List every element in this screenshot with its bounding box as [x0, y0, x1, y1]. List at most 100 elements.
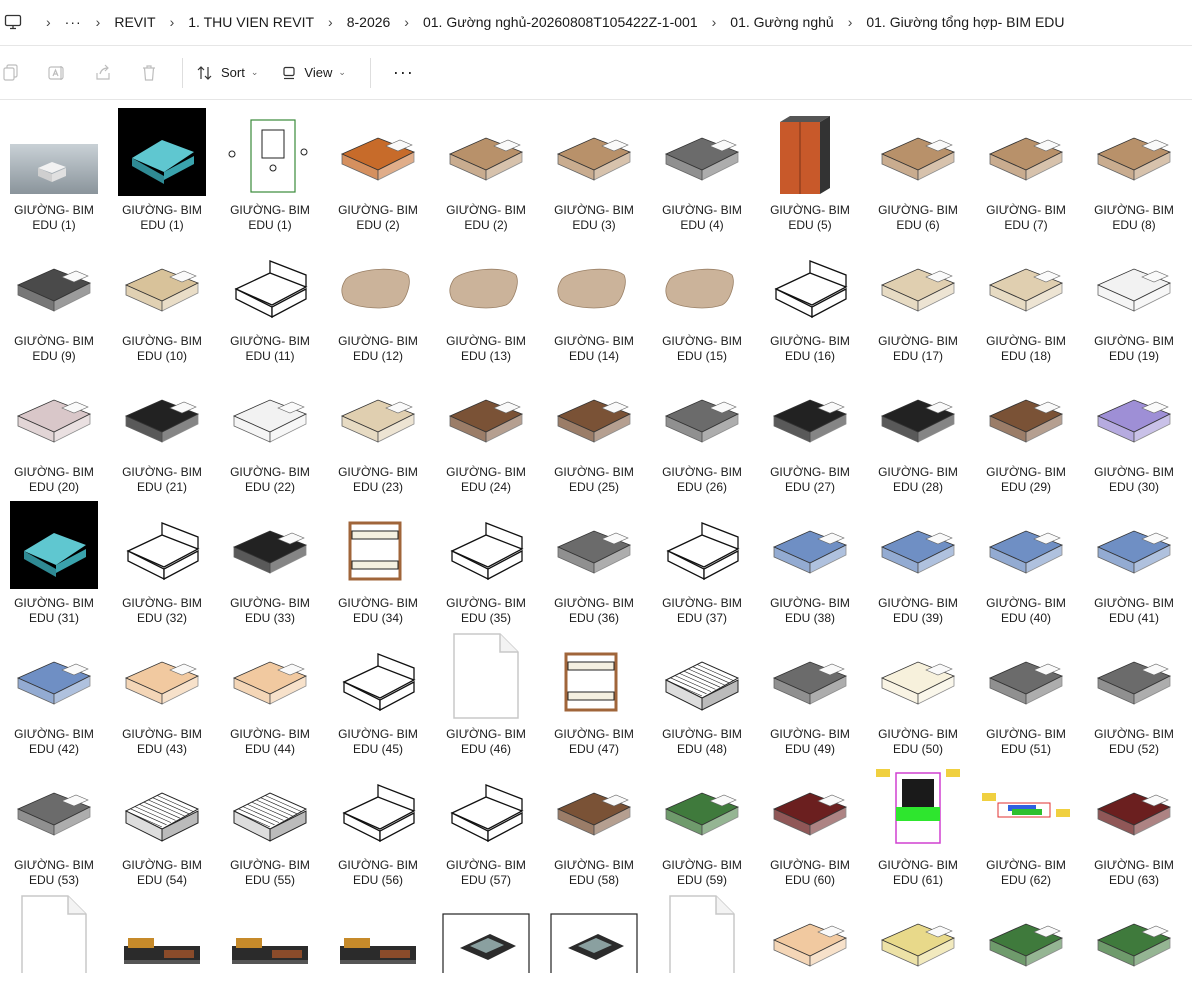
- file-item[interactable]: GIƯỜNG- BIM EDU (4): [648, 101, 756, 232]
- file-item[interactable]: GIƯỜNG- BIM EDU (19): [1080, 232, 1188, 363]
- file-name-line2: EDU (20): [28, 480, 79, 494]
- file-item[interactable]: GIƯỜNG- BIM EDU (1): [0, 101, 108, 232]
- file-name-line1: GIƯỜNG- BIM: [770, 465, 850, 479]
- more-options-button[interactable]: ···: [393, 62, 414, 83]
- file-item[interactable]: [756, 887, 864, 973]
- file-item[interactable]: GIƯỜNG- BIM EDU (2): [324, 101, 432, 232]
- breadcrumb-item-guong-nghu[interactable]: 01. Gường nghủ: [730, 14, 833, 30]
- file-item[interactable]: GIƯỜNG- BIM EDU (10): [108, 232, 216, 363]
- this-pc-icon[interactable]: [4, 14, 22, 30]
- file-item[interactable]: GIƯỜNG- BIM EDU (63): [1080, 756, 1188, 887]
- breadcrumb-item-thu-vien[interactable]: 1. THU VIEN REVIT: [188, 14, 314, 30]
- file-item[interactable]: GIƯỜNG- BIM EDU (60): [756, 756, 864, 887]
- file-item[interactable]: GIƯỜNG- BIM EDU (39): [864, 494, 972, 625]
- file-item[interactable]: [972, 887, 1080, 973]
- file-item[interactable]: GIƯỜNG- BIM EDU (25): [540, 363, 648, 494]
- file-item[interactable]: GIƯỜNG- BIM EDU (51): [972, 625, 1080, 756]
- view-button[interactable]: View ⌄: [282, 65, 346, 80]
- file-item[interactable]: [108, 887, 216, 973]
- file-item[interactable]: GIƯỜNG- BIM EDU (17): [864, 232, 972, 363]
- file-item[interactable]: [216, 887, 324, 973]
- file-item[interactable]: GIƯỜNG- BIM EDU (62): [972, 756, 1080, 887]
- file-item[interactable]: GIƯỜNG- BIM EDU (6): [864, 101, 972, 232]
- file-item[interactable]: GIƯỜNG- BIM EDU (2): [432, 101, 540, 232]
- file-item[interactable]: GIƯỜNG- BIM EDU (46): [432, 625, 540, 756]
- file-item[interactable]: GIƯỜNG- BIM EDU (56): [324, 756, 432, 887]
- file-item[interactable]: GIƯỜNG- BIM EDU (40): [972, 494, 1080, 625]
- file-item[interactable]: GIƯỜNG- BIM EDU (8): [1080, 101, 1188, 232]
- file-item[interactable]: GIƯỜNG- BIM EDU (35): [432, 494, 540, 625]
- file-item[interactable]: GIƯỜNG- BIM EDU (44): [216, 625, 324, 756]
- file-item[interactable]: [324, 887, 432, 973]
- file-item[interactable]: [0, 887, 108, 973]
- file-item[interactable]: GIƯỜNG- BIM EDU (28): [864, 363, 972, 494]
- file-thumbnail: [226, 108, 314, 196]
- file-item[interactable]: GIƯỜNG- BIM EDU (9): [0, 232, 108, 363]
- file-item[interactable]: GIƯỜNG- BIM EDU (15): [648, 232, 756, 363]
- file-item[interactable]: GIƯỜNG- BIM EDU (3): [540, 101, 648, 232]
- breadcrumb-item-revit[interactable]: REVIT: [114, 14, 155, 30]
- file-item[interactable]: GIƯỜNG- BIM EDU (36): [540, 494, 648, 625]
- file-item[interactable]: [540, 887, 648, 973]
- file-name-line1: GIƯỜNG- BIM: [986, 203, 1066, 217]
- file-item[interactable]: [648, 887, 756, 973]
- file-item[interactable]: GIƯỜNG- BIM EDU (43): [108, 625, 216, 756]
- file-item[interactable]: GIƯỜNG- BIM EDU (59): [648, 756, 756, 887]
- file-item[interactable]: GIƯỜNG- BIM EDU (50): [864, 625, 972, 756]
- file-item[interactable]: GIƯỜNG- BIM EDU (14): [540, 232, 648, 363]
- file-item[interactable]: GIƯỜNG- BIM EDU (49): [756, 625, 864, 756]
- delete-button[interactable]: [140, 64, 158, 82]
- file-item[interactable]: GIƯỜNG- BIM EDU (42): [0, 625, 108, 756]
- file-item[interactable]: GIƯỜNG- BIM EDU (31): [0, 494, 108, 625]
- file-item[interactable]: GIƯỜNG- BIM EDU (53): [0, 756, 108, 887]
- file-item[interactable]: GIƯỜNG- BIM EDU (22): [216, 363, 324, 494]
- file-item[interactable]: GIƯỜNG- BIM EDU (12): [324, 232, 432, 363]
- address-bar[interactable]: › ··· › REVIT › 1. THU VIEN REVIT › 8-20…: [0, 0, 1192, 44]
- file-item[interactable]: GIƯỜNG- BIM EDU (20): [0, 363, 108, 494]
- file-item[interactable]: GIƯỜNG- BIM EDU (5): [756, 101, 864, 232]
- breadcrumb-item-current[interactable]: 01. Giường tổng hợp- BIM EDU: [866, 14, 1064, 30]
- file-item[interactable]: [1080, 887, 1188, 973]
- file-item[interactable]: GIƯỜNG- BIM EDU (29): [972, 363, 1080, 494]
- file-item[interactable]: GIƯỜNG- BIM EDU (13): [432, 232, 540, 363]
- file-item[interactable]: GIƯỜNG- BIM EDU (33): [216, 494, 324, 625]
- file-item[interactable]: GIƯỜNG- BIM EDU (52): [1080, 625, 1188, 756]
- file-item[interactable]: GIƯỜNG- BIM EDU (1): [216, 101, 324, 232]
- file-item[interactable]: GIƯỜNG- BIM EDU (57): [432, 756, 540, 887]
- file-item[interactable]: [432, 887, 540, 973]
- file-item[interactable]: GIƯỜNG- BIM EDU (7): [972, 101, 1080, 232]
- file-item[interactable]: GIƯỜNG- BIM EDU (38): [756, 494, 864, 625]
- rename-button[interactable]: [48, 64, 66, 82]
- file-item[interactable]: GIƯỜNG- BIM EDU (11): [216, 232, 324, 363]
- breadcrumb-item-zip-folder[interactable]: 01. Gường nghủ-20260808T105422Z-1-001: [423, 14, 698, 30]
- file-item[interactable]: GIƯỜNG- BIM EDU (47): [540, 625, 648, 756]
- file-item[interactable]: GIƯỜNG- BIM EDU (21): [108, 363, 216, 494]
- file-item[interactable]: GIƯỜNG- BIM EDU (18): [972, 232, 1080, 363]
- breadcrumb-item-8-2026[interactable]: 8-2026: [347, 14, 391, 30]
- file-item[interactable]: GIƯỜNG- BIM EDU (58): [540, 756, 648, 887]
- file-item[interactable]: GIƯỜNG- BIM EDU (54): [108, 756, 216, 887]
- file-name: GIƯỜNG- BIM EDU (19): [1080, 334, 1188, 364]
- file-item[interactable]: GIƯỜNG- BIM EDU (16): [756, 232, 864, 363]
- file-item[interactable]: GIƯỜNG- BIM EDU (45): [324, 625, 432, 756]
- file-item[interactable]: GIƯỜNG- BIM EDU (34): [324, 494, 432, 625]
- share-button[interactable]: [94, 64, 112, 82]
- file-item[interactable]: GIƯỜNG- BIM EDU (30): [1080, 363, 1188, 494]
- file-item[interactable]: GIƯỜNG- BIM EDU (23): [324, 363, 432, 494]
- file-item[interactable]: GIƯỜNG- BIM EDU (48): [648, 625, 756, 756]
- file-item[interactable]: GIƯỜNG- BIM EDU (37): [648, 494, 756, 625]
- file-item[interactable]: [864, 887, 972, 973]
- file-name-line1: GIƯỜNG- BIM: [1094, 596, 1174, 610]
- file-item[interactable]: GIƯỜNG- BIM EDU (55): [216, 756, 324, 887]
- file-item[interactable]: GIƯỜNG- BIM EDU (61): [864, 756, 972, 887]
- file-item[interactable]: GIƯỜNG- BIM EDU (26): [648, 363, 756, 494]
- file-item[interactable]: GIƯỜNG- BIM EDU (27): [756, 363, 864, 494]
- file-item[interactable]: GIƯỜNG- BIM EDU (32): [108, 494, 216, 625]
- breadcrumb-overflow-button[interactable]: ···: [65, 14, 82, 30]
- sort-button[interactable]: Sort ⌄: [197, 65, 258, 80]
- copy-button[interactable]: [2, 63, 20, 82]
- file-item[interactable]: GIƯỜNG- BIM EDU (24): [432, 363, 540, 494]
- file-item[interactable]: GIƯỜNG- BIM EDU (1): [108, 101, 216, 232]
- file-name-line2: EDU (10): [136, 349, 187, 363]
- file-item[interactable]: GIƯỜNG- BIM EDU (41): [1080, 494, 1188, 625]
